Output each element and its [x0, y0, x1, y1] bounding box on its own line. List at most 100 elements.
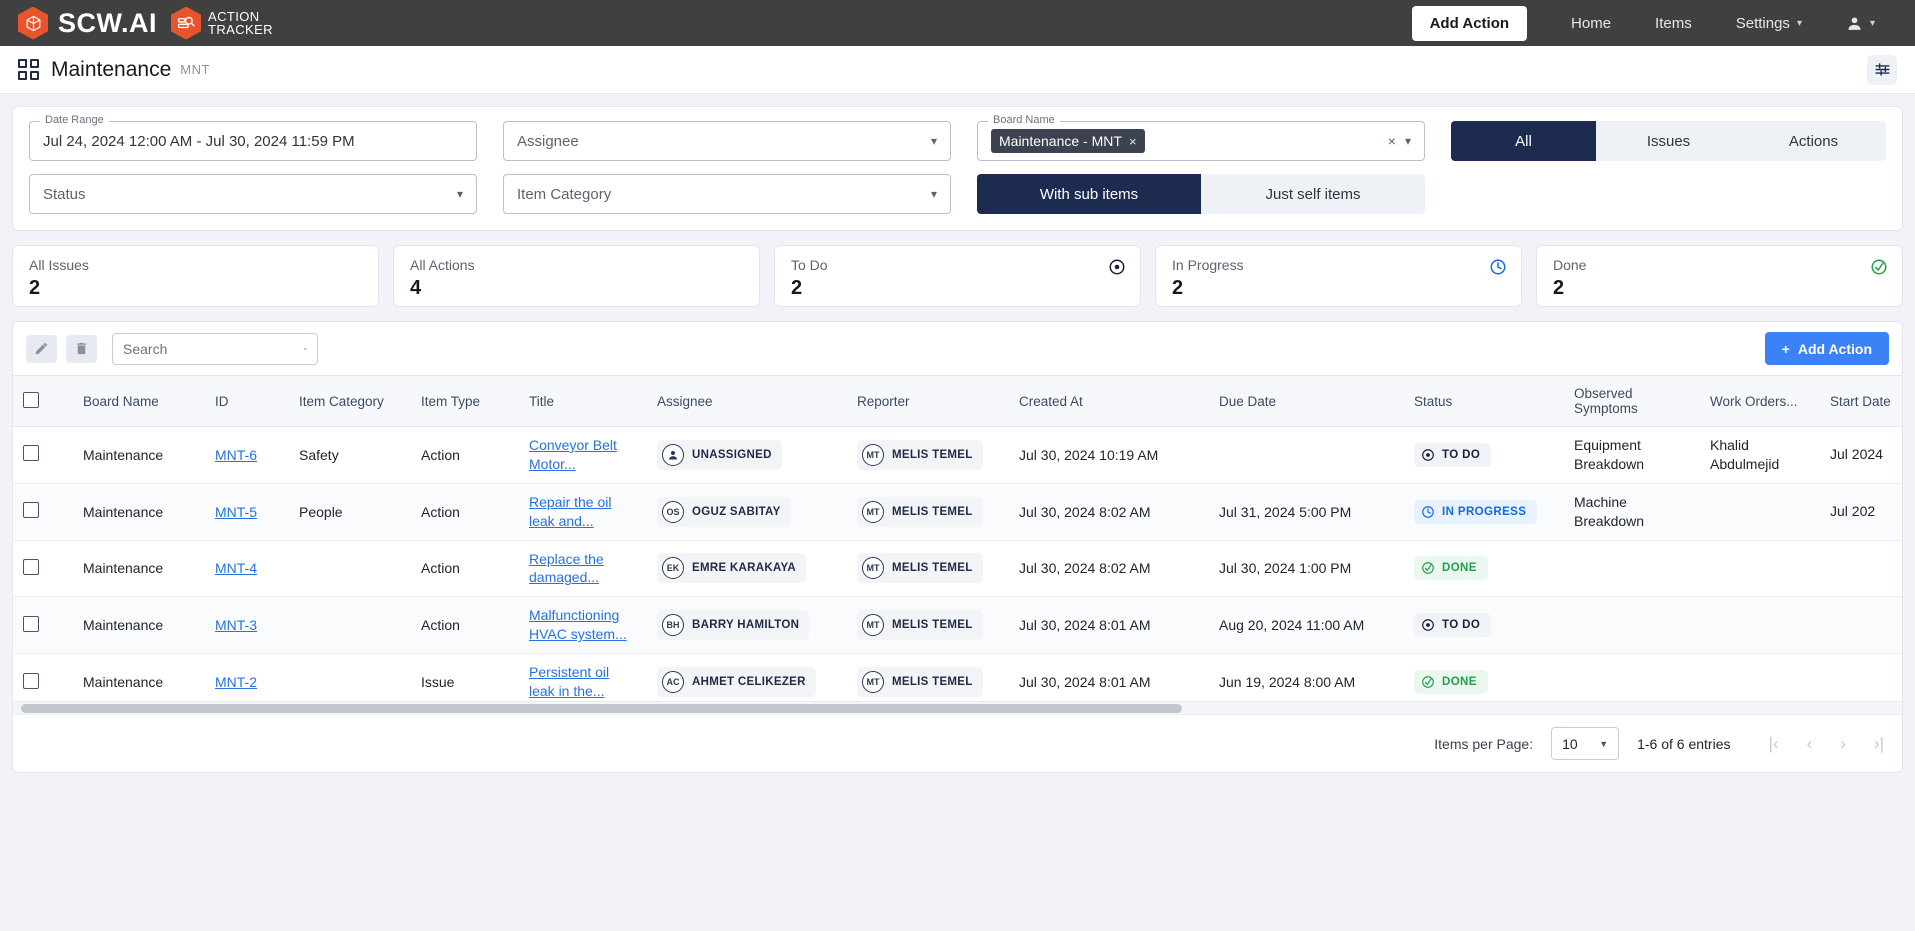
item-id-link[interactable]: MNT-3 [215, 617, 257, 633]
scrollbar-thumb[interactable] [21, 704, 1183, 713]
type-toggle-actions[interactable]: Actions [1741, 121, 1886, 161]
reporter-chip[interactable]: MT MELIS TEMEL [857, 553, 983, 584]
column-header-due-date[interactable]: Due Date [1209, 375, 1404, 427]
avatar: MT [862, 443, 884, 466]
item-title-link[interactable]: Replace the damaged... [529, 550, 637, 588]
row-checkbox[interactable] [23, 502, 39, 519]
column-header-work-orders[interactable]: Work Orders... [1700, 375, 1820, 427]
next-page-button[interactable]: › [1840, 734, 1846, 754]
row-checkbox[interactable] [23, 558, 39, 575]
pencil-icon [35, 342, 48, 355]
column-header-item-type[interactable]: Item Type [411, 375, 519, 427]
cell-created-at: Jul 30, 2024 8:01 AM [1009, 653, 1209, 701]
search-box[interactable] [112, 332, 318, 365]
cell-status: DONE [1404, 653, 1564, 701]
column-header-item-category[interactable]: Item Category [289, 375, 411, 427]
nav-link-items[interactable]: Items [1633, 15, 1714, 32]
status-badge[interactable]: IN PROGRESS [1414, 499, 1538, 524]
table-row[interactable]: Maintenance MNT-6 Safety Action Conveyor… [13, 426, 1902, 484]
cell-start-date [1820, 596, 1902, 655]
stat-card-in-progress[interactable]: In Progress 2 [1155, 245, 1522, 307]
nav-link-settings-label: Settings [1735, 14, 1790, 32]
search-icon[interactable] [304, 341, 307, 357]
reporter-chip[interactable]: MT MELIS TEMEL [857, 667, 983, 698]
first-page-button[interactable]: |‹ [1769, 734, 1779, 754]
item-title-link[interactable]: Repair the oil leak and... [529, 493, 637, 531]
column-header-assignee[interactable]: Assignee [647, 375, 847, 427]
board-name-filter-select[interactable]: Board Name Maintenance - MNT × × ▾ [977, 114, 1425, 161]
nav-link-home[interactable]: Home [1549, 15, 1633, 32]
status-badge[interactable]: DONE [1414, 556, 1488, 581]
prev-page-button[interactable]: ‹ [1807, 734, 1813, 754]
item-id-link[interactable]: MNT-6 [215, 447, 257, 463]
items-per-page-select[interactable]: 10 ▼ [1551, 727, 1620, 760]
column-header-id[interactable]: ID [205, 375, 289, 427]
status-badge[interactable]: TO DO [1414, 442, 1492, 467]
user-menu[interactable]: ▾ [1824, 15, 1897, 32]
assignee-name: OGUZ SABITAY [692, 505, 781, 518]
scope-toggle-just-self-items[interactable]: Just self items [1201, 174, 1425, 214]
status-filter-select[interactable]: Status ▾ [29, 174, 477, 214]
board-name-chip[interactable]: Maintenance - MNT × [991, 129, 1145, 153]
column-header-board-name[interactable]: Board Name [73, 375, 205, 427]
date-range-field[interactable]: Date Range Jul 24, 2024 12:00 AM - Jul 3… [29, 114, 477, 161]
last-page-button[interactable]: ›| [1874, 734, 1884, 754]
search-input[interactable] [123, 340, 304, 357]
column-header-observed-symptoms[interactable]: Observed Symptoms [1564, 375, 1700, 427]
close-icon[interactable]: × [1129, 134, 1137, 149]
reporter-chip[interactable]: MT MELIS TEMEL [857, 439, 983, 470]
type-toggle-all[interactable]: All [1451, 121, 1596, 161]
cell-due-date: Jul 30, 2024 1:00 PM [1209, 540, 1404, 598]
delete-button[interactable] [66, 334, 97, 363]
table-row[interactable]: Maintenance MNT-2 Issue Persistent oil l… [13, 653, 1902, 701]
item-id-link[interactable]: MNT-5 [215, 504, 257, 520]
scope-toggle-group: With sub items Just self items [977, 174, 1425, 214]
row-checkbox[interactable] [23, 615, 39, 632]
assignee-chip[interactable]: OS OGUZ SABITAY [657, 496, 791, 527]
item-title-link[interactable]: Conveyor Belt Motor... [529, 436, 637, 474]
column-header-reporter[interactable]: Reporter [847, 375, 1009, 427]
column-header-start-date[interactable]: Start Date [1820, 375, 1902, 427]
assignee-chip[interactable]: BH BARRY HAMILTON [657, 610, 810, 641]
assignee-chip[interactable]: EK EMRE KARAKAYA [657, 553, 807, 584]
nav-right-group: Add Action Home Items Settings ▾ ▾ [1411, 5, 1897, 41]
assignee-chip[interactable]: AC AHMET CELIKEZER [657, 667, 816, 698]
reporter-chip[interactable]: MT MELIS TEMEL [857, 496, 983, 527]
select-all-checkbox[interactable] [23, 391, 39, 408]
row-checkbox[interactable] [23, 445, 39, 462]
column-header-title[interactable]: Title [519, 375, 647, 427]
scope-toggle-with-sub-items[interactable]: With sub items [977, 174, 1201, 214]
nav-link-settings[interactable]: Settings ▾ [1714, 15, 1824, 32]
item-category-filter-select[interactable]: Item Category ▾ [503, 174, 951, 214]
status-badge[interactable]: TO DO [1414, 613, 1492, 638]
clear-icon[interactable]: × [1388, 133, 1396, 149]
column-header-created-at[interactable]: Created At [1009, 375, 1209, 427]
assignee-filter-select[interactable]: Assignee ▾ [503, 121, 951, 161]
stat-card-all-issues[interactable]: All Issues 2 [12, 245, 379, 307]
add-action-topnav-button[interactable]: Add Action [1411, 5, 1528, 41]
stat-card-all-actions[interactable]: All Actions 4 [393, 245, 760, 307]
item-title-link[interactable]: Malfunctioning HVAC system... [529, 606, 637, 644]
type-toggle-issues[interactable]: Issues [1596, 121, 1741, 161]
horizontal-scrollbar[interactable] [13, 701, 1902, 714]
table-row[interactable]: Maintenance MNT-3 Action Malfunctioning … [13, 596, 1902, 655]
filter-panel: Date Range Jul 24, 2024 12:00 AM - Jul 3… [12, 106, 1903, 231]
column-header-status[interactable]: Status [1404, 375, 1564, 427]
status-badge[interactable]: DONE [1414, 670, 1488, 695]
assignee-chip[interactable]: UNASSIGNED [657, 439, 782, 470]
table-row[interactable]: Maintenance MNT-5 People Action Repair t… [13, 483, 1902, 541]
edit-button[interactable] [26, 334, 57, 363]
row-checkbox[interactable] [23, 672, 39, 689]
reporter-name: MELIS TEMEL [892, 619, 973, 632]
table-row[interactable]: Maintenance MNT-4 Action Replace the dam… [13, 540, 1902, 598]
reporter-chip[interactable]: MT MELIS TEMEL [857, 610, 983, 641]
brand-logo[interactable]: SCW.AI [18, 6, 157, 40]
item-title-link[interactable]: Persistent oil leak in the... [529, 663, 637, 701]
table-scroll-area: Board Name ID Item Category Item Type Ti… [13, 375, 1902, 701]
add-action-button[interactable]: + Add Action [1764, 332, 1889, 365]
stat-card-to-do[interactable]: To Do 2 [774, 245, 1141, 307]
table-settings-button[interactable] [1867, 54, 1897, 85]
item-id-link[interactable]: MNT-2 [215, 674, 257, 690]
item-id-link[interactable]: MNT-4 [215, 560, 257, 576]
stat-card-done[interactable]: Done 2 [1536, 245, 1903, 307]
